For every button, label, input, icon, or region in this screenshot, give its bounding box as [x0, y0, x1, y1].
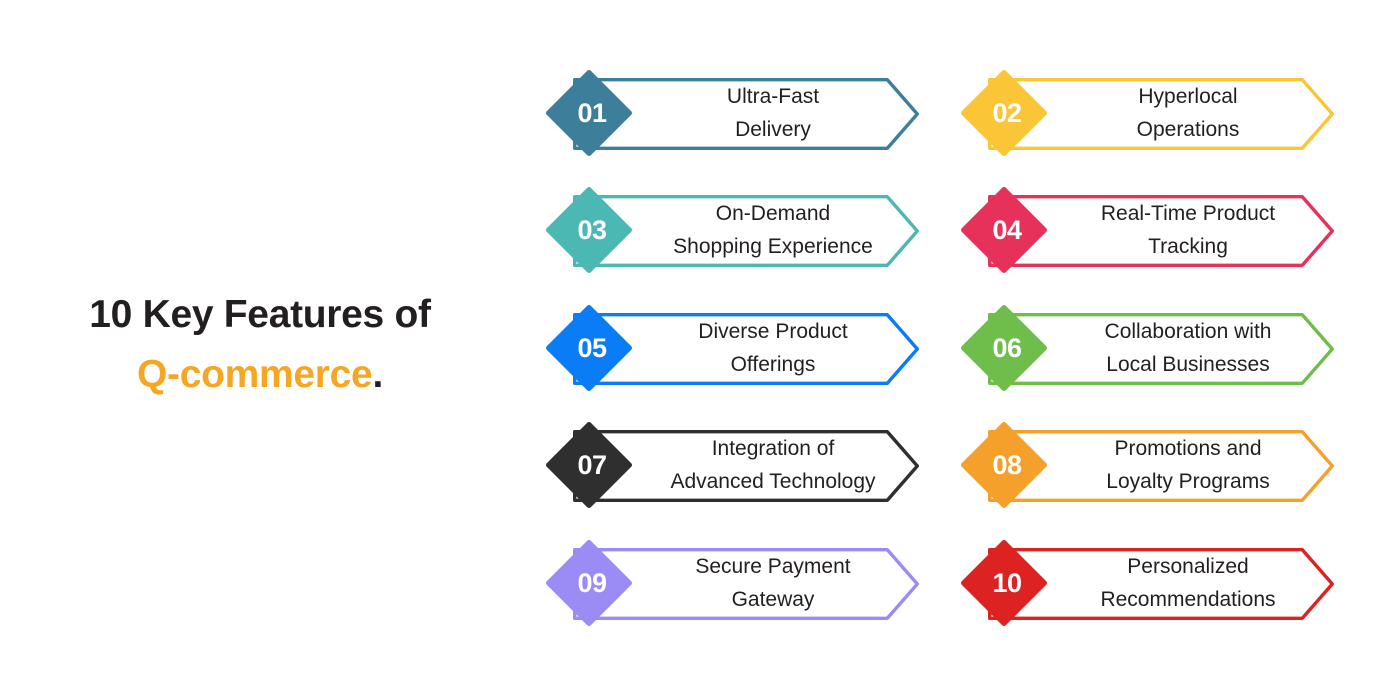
- feature-label-line-1: Diverse Product: [698, 320, 848, 344]
- feature-number: 04: [992, 214, 1022, 245]
- feature-number-badge: 02: [961, 70, 1047, 156]
- feature-number: 08: [992, 449, 1022, 480]
- feature-label: Secure Payment Gateway: [638, 548, 908, 620]
- feature-number: 03: [577, 214, 607, 245]
- feature-number: 10: [992, 567, 1022, 598]
- feature-number-badge: 06: [961, 305, 1047, 391]
- feature-item[interactable]: Collaboration with Local Businesses 06: [961, 305, 1334, 391]
- feature-label: Real-Time Product Tracking: [1053, 195, 1323, 267]
- feature-number-badge: 09: [546, 540, 632, 626]
- feature-label-line-1: Collaboration with: [1104, 320, 1272, 344]
- feature-number: 06: [992, 332, 1022, 363]
- feature-label-line-2: Tracking: [1148, 235, 1228, 258]
- feature-number-badge: 01: [546, 70, 632, 156]
- feature-item[interactable]: Diverse Product Offerings 05: [546, 305, 919, 391]
- feature-number-badge: 05: [546, 305, 632, 391]
- feature-label-line-1: On-Demand: [715, 202, 831, 226]
- feature-label-line-1: Hyperlocal: [1138, 85, 1238, 109]
- feature-item[interactable]: Integration of Advanced Technology 07: [546, 422, 919, 508]
- feature-number-badge: 08: [961, 422, 1047, 508]
- page-title-line-2: Q-commerce.: [0, 345, 520, 405]
- feature-label-line-2: Gateway: [731, 588, 815, 611]
- feature-label-line-1: Integration of: [711, 437, 835, 461]
- page-title-line-1: 10 Key Features of: [89, 293, 431, 336]
- feature-label-line-2: Offerings: [730, 353, 816, 376]
- feature-label: Hyperlocal Operations: [1053, 78, 1323, 150]
- feature-item[interactable]: Secure Payment Gateway 09: [546, 540, 919, 626]
- feature-item[interactable]: Personalized Recommendations 10: [961, 540, 1334, 626]
- page-title-period: .: [372, 353, 383, 397]
- feature-label-line-1: Ultra-Fast: [726, 85, 820, 109]
- feature-label: Integration of Advanced Technology: [638, 430, 908, 502]
- feature-number: 07: [577, 449, 607, 480]
- feature-label: Promotions and Loyalty Programs: [1053, 430, 1323, 502]
- feature-number-badge: 07: [546, 422, 632, 508]
- feature-item[interactable]: Promotions and Loyalty Programs 08: [961, 422, 1334, 508]
- feature-label: Diverse Product Offerings: [638, 313, 908, 385]
- feature-item[interactable]: Real-Time Product Tracking 04: [961, 187, 1334, 273]
- feature-label-line-2: Advanced Technology: [670, 470, 876, 493]
- feature-label: Ultra-Fast Delivery: [638, 78, 908, 150]
- feature-number: 02: [992, 97, 1022, 128]
- feature-label: Personalized Recommendations: [1053, 548, 1323, 620]
- feature-number: 05: [577, 332, 607, 363]
- feature-label-line-2: Operations: [1136, 118, 1240, 141]
- feature-number-badge: 03: [546, 187, 632, 273]
- page-title: 10 Key Features of Q-commerce.: [0, 285, 520, 406]
- infographic-canvas: 10 Key Features of Q-commerce. Ultra-Fas…: [0, 0, 1400, 700]
- page-title-accent: Q-commerce: [137, 353, 373, 397]
- feature-label-line-1: Promotions and: [1114, 437, 1262, 461]
- feature-list: Ultra-Fast Delivery 01 Hyperlocal Operations…: [546, 70, 1346, 640]
- feature-label-line-2: Local Businesses: [1106, 353, 1270, 376]
- feature-label-line-1: Secure Payment: [695, 555, 851, 579]
- feature-item[interactable]: Ultra-Fast Delivery 01: [546, 70, 919, 156]
- feature-number: 09: [577, 567, 607, 598]
- feature-label: On-Demand Shopping Experience: [638, 195, 908, 267]
- feature-label-line-1: Real-Time Product: [1100, 202, 1276, 226]
- feature-label-line-2: Recommendations: [1100, 588, 1276, 611]
- feature-label-line-1: Personalized: [1127, 555, 1249, 579]
- feature-label-line-2: Shopping Experience: [673, 235, 873, 258]
- feature-label-line-2: Loyalty Programs: [1106, 470, 1270, 493]
- feature-number: 01: [577, 97, 607, 128]
- feature-item[interactable]: Hyperlocal Operations 02: [961, 70, 1334, 156]
- feature-label-line-2: Delivery: [735, 118, 811, 141]
- feature-item[interactable]: On-Demand Shopping Experience 03: [546, 187, 919, 273]
- feature-number-badge: 04: [961, 187, 1047, 273]
- feature-number-badge: 10: [961, 540, 1047, 626]
- feature-label: Collaboration with Local Businesses: [1053, 313, 1323, 385]
